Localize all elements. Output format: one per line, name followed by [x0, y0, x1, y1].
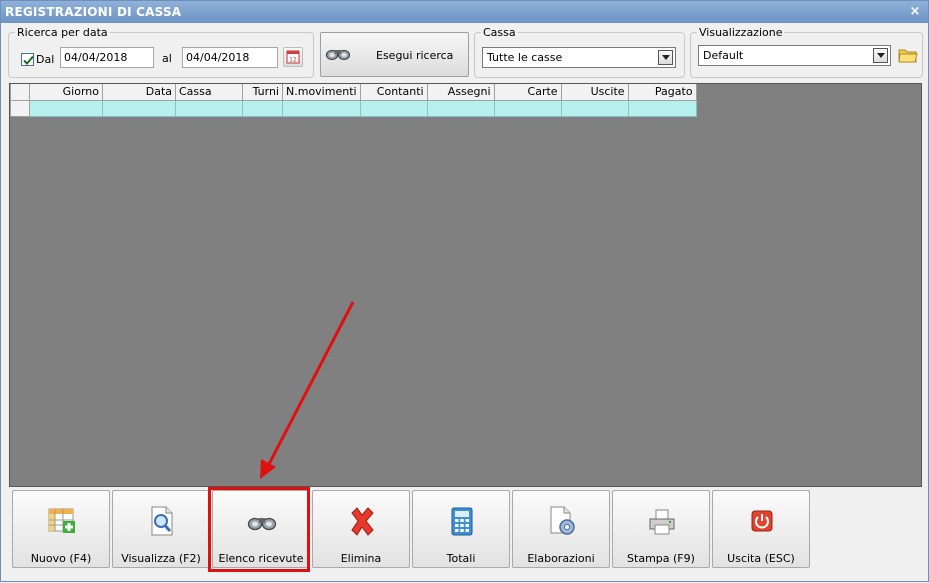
uscita-label: Uscita (ESC) — [727, 552, 795, 565]
binoculars-icon — [247, 517, 277, 531]
chevron-down-icon[interactable] — [658, 50, 673, 65]
title-bar: REGISTRAZIONI DI CASSA × — [1, 1, 928, 23]
calculator-icon — [451, 507, 473, 536]
table-cell[interactable] — [426, 99, 495, 117]
elenco-ricevute-label: Elenco ricevute — [218, 552, 304, 565]
calendar-icon: 12 — [286, 50, 300, 64]
column-header-giorno[interactable]: Giorno — [29, 84, 103, 101]
main-window: REGISTRAZIONI DI CASSA × Ricerca per dat… — [0, 0, 929, 582]
visualizzazione-legend: Visualizzazione — [699, 26, 783, 39]
close-icon[interactable]: × — [908, 1, 922, 23]
data-grid: Giorno Data Cassa Turni N.movimenti Cont… — [9, 83, 922, 487]
power-icon — [751, 510, 773, 532]
stampa-button[interactable]: Stampa (F9) — [612, 490, 710, 568]
visualizza-button[interactable]: Visualizza (F2) — [112, 490, 210, 568]
table-cell[interactable] — [560, 99, 629, 117]
row-indicator[interactable] — [10, 99, 30, 117]
column-header-assegni[interactable]: Assegni — [426, 84, 495, 101]
totali-button[interactable]: Totali — [412, 490, 510, 568]
table-cell[interactable] — [242, 99, 283, 117]
date-to-field[interactable]: 04/04/2018 — [182, 47, 278, 68]
table-cell[interactable] — [175, 99, 243, 117]
column-header-pagato[interactable]: Pagato — [627, 84, 697, 101]
bottom-toolbar: Nuovo (F4) Visualizza (F2) Elenco ricevu… — [9, 490, 922, 572]
nuovo-button[interactable]: Nuovo (F4) — [12, 490, 110, 568]
binoculars-icon — [325, 49, 351, 61]
cassa-legend: Cassa — [483, 26, 516, 39]
column-header-carte[interactable]: Carte — [493, 84, 562, 101]
table-cell[interactable] — [282, 99, 361, 117]
svg-text:12: 12 — [289, 57, 297, 64]
elimina-button[interactable]: Elimina — [312, 490, 410, 568]
column-header-cassa[interactable]: Cassa — [175, 84, 243, 101]
table-cell[interactable] — [359, 99, 428, 117]
table-cell[interactable] — [29, 99, 103, 117]
cassa-selected: Tutte le casse — [487, 51, 563, 64]
red-x-icon — [351, 507, 374, 536]
dal-label: Dal — [36, 53, 55, 66]
grid-table: Giorno Data Cassa Turni N.movimenti Cont… — [10, 84, 697, 117]
stampa-label: Stampa (F9) — [627, 552, 695, 565]
dal-checkbox[interactable] — [21, 53, 34, 66]
row-indicator-header — [10, 84, 30, 101]
elenco-ricevute-button[interactable]: Elenco ricevute — [212, 490, 310, 568]
table-cell[interactable] — [493, 99, 562, 117]
column-header-turni[interactable]: Turni — [242, 84, 283, 101]
folder-icon — [898, 49, 918, 63]
grid-add-icon — [48, 508, 75, 533]
elimina-label: Elimina — [340, 552, 382, 565]
visualizza-label: Visualizza (F2) — [121, 552, 201, 565]
al-label: al — [162, 52, 172, 65]
table-cell[interactable] — [102, 99, 176, 117]
table-cell[interactable] — [627, 99, 697, 117]
visualizzazione-select[interactable]: Default — [698, 45, 891, 66]
column-header-contanti[interactable]: Contanti — [359, 84, 428, 101]
cassa-select[interactable]: Tutte le casse — [482, 47, 676, 68]
nuovo-label: Nuovo (F4) — [30, 552, 92, 565]
elaborazioni-label: Elaborazioni — [527, 552, 595, 565]
folder-button[interactable] — [897, 44, 919, 66]
elaborazioni-button[interactable]: Elaborazioni — [512, 490, 610, 568]
calendar-button[interactable]: 12 — [283, 47, 303, 67]
document-gear-icon — [550, 506, 575, 535]
search-button-label: Esegui ricerca — [376, 49, 454, 62]
column-header-n-movimenti[interactable]: N.movimenti — [282, 84, 361, 101]
uscita-button[interactable]: Uscita (ESC) — [712, 490, 810, 568]
window-title: REGISTRAZIONI DI CASSA — [5, 5, 182, 19]
date-from-field[interactable]: 04/04/2018 — [60, 47, 154, 68]
search-button[interactable]: Esegui ricerca — [320, 32, 469, 77]
visualizzazione-selected: Default — [703, 49, 744, 62]
column-header-uscite[interactable]: Uscite — [560, 84, 629, 101]
totali-label: Totali — [446, 552, 476, 565]
table-row[interactable] — [10, 99, 697, 117]
column-header-data[interactable]: Data — [102, 84, 176, 101]
chevron-down-icon[interactable] — [873, 48, 888, 63]
search-date-legend: Ricerca per data — [17, 26, 108, 39]
printer-icon — [649, 509, 675, 535]
document-magnifier-icon — [151, 506, 173, 536]
